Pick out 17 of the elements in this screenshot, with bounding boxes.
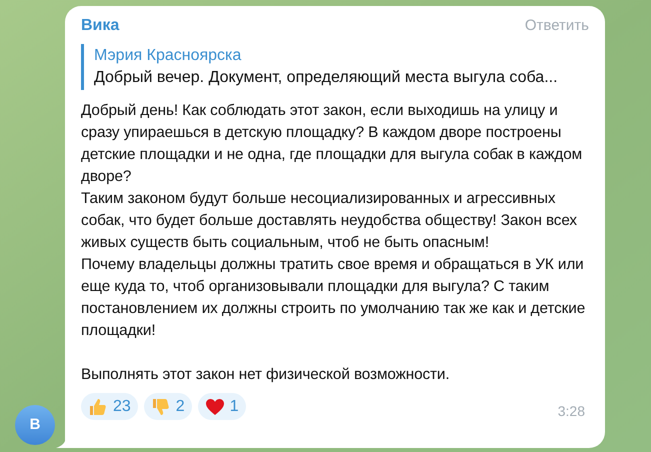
quote-block[interactable]: Мэрия Красноярска Добрый вечер. Документ, определяющий места выгула соба... <box>81 44 589 90</box>
quote-text: Добрый вечер. Документ, определяющий места выгула соба... <box>94 68 559 88</box>
message-text: Выполнять этот закон нет физической возможности. <box>81 365 451 385</box>
timestamp: 3:28 <box>558 402 585 421</box>
message-text: Добрый день! Как соблюдать этот закон, если выходишь на улицу и сразу упираешься в детскую площадку? В каждом дворе построены детские площадки и не одна, где площадки для выгула собак в каждом дворе? <box>81 101 584 187</box>
reply-link[interactable]: Ответить <box>524 15 589 38</box>
heart-icon <box>204 396 225 416</box>
message-text: Почему владельцы должны тратить свое время и обращаться в УК или еще куда то, чтоб организовывали площадки для выгула? С таким постановлением их должны строить по умолчанию так же как и детские площадки! <box>81 255 586 341</box>
thumbs-up-icon <box>88 396 108 416</box>
avatar[interactable]: В <box>15 405 55 445</box>
reaction-button[interactable]: 1 <box>198 393 246 420</box>
reaction-button[interactable]: 2 <box>144 393 192 420</box>
quote-author: Мэрия Красноярска <box>94 46 242 66</box>
author-name[interactable]: Вика <box>81 14 120 38</box>
message-text: Таким законом будут больше несоциализированных и агрессивных собак, что будет больше доставлять неудобства обществу! Закон всех живых существ быть социальным, чтоб не быть опасным! <box>81 189 578 253</box>
reaction-button[interactable]: 23 <box>81 393 138 420</box>
thumbs-down-icon <box>150 396 171 416</box>
